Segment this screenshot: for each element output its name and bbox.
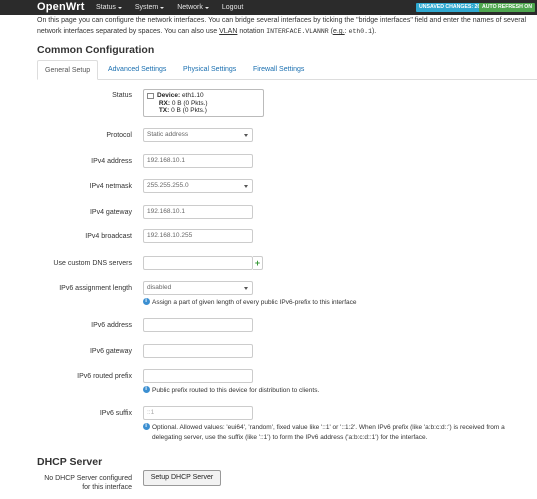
nav-status-label: Status (96, 4, 116, 11)
intro-line-1: On this page you can configure the netwo… (37, 17, 527, 24)
ipv6-prefix-hint: Public prefix routed to this device for … (143, 384, 320, 396)
dhcp-server-title: DHCP Server (37, 456, 103, 468)
ipv6-assign-select[interactable]: disabled (143, 281, 253, 295)
tab-firewall-settings[interactable]: Firewall Settings (246, 60, 311, 80)
status-tx-row: TX: 0 B (0 Pkts.) (157, 107, 260, 115)
dhcp-status-line-2: for this interface (82, 484, 132, 491)
device-value: eth1.10 (181, 92, 204, 99)
info-icon (143, 384, 150, 394)
vlan-link: VLAN (219, 28, 238, 35)
main-nav: Status System Network Logout (96, 4, 243, 11)
info-icon (143, 296, 150, 306)
dns-label: Use custom DNS servers (53, 260, 132, 267)
plus-icon: + (254, 258, 261, 268)
nav-network-label: Network (177, 4, 203, 11)
nav-network[interactable]: Network (177, 4, 209, 11)
ipv4-netmask-value: 255.255.255.0 (147, 182, 189, 189)
ipv6-suffix-placeholder: ::1 (147, 409, 155, 416)
intro-line-2-text: network interfaces separated by spaces. … (37, 28, 218, 35)
ipv6-assign-hint: Assign a part of given length of every p… (143, 296, 357, 308)
protocol-value: Static address (147, 131, 189, 138)
info-icon (143, 421, 150, 431)
brand-logo[interactable]: OpenWrt (37, 1, 85, 13)
protocol-select[interactable]: Static address (143, 128, 253, 142)
intro-code-example: eth0.1 (348, 28, 372, 35)
status-label: Status (112, 92, 132, 99)
ipv6-suffix-input[interactable]: ::1 (143, 406, 253, 420)
nav-logout[interactable]: Logout (222, 4, 243, 11)
ipv4-address-value: 192.168.10.1 (147, 157, 185, 164)
ipv4-gateway-value: 192.168.10.1 (147, 208, 185, 215)
tx-key: TX: (158, 107, 170, 114)
intro-line-2: network interfaces separated by spaces. … (37, 26, 537, 37)
ipv6-address-label: IPv6 address (91, 322, 132, 329)
intro-colon: : (344, 28, 347, 35)
rx-value: 0 B (0 Pkts.) (171, 99, 208, 107)
page-description: On this page you can configure the netwo… (37, 15, 537, 37)
intro-eg-close: ). (371, 28, 377, 35)
ipv4-netmask-select[interactable]: 255.255.255.0 (143, 179, 253, 193)
tab-general-setup[interactable]: General Setup (37, 60, 99, 80)
chevron-down-icon (204, 7, 209, 9)
common-config-title: Common Configuration (37, 44, 155, 56)
intro-eg: e.g. (332, 28, 345, 35)
unsaved-changes-badge[interactable]: UNSAVED CHANGES: 26 (416, 3, 484, 12)
ipv4-broadcast-label: IPv4 broadcast (85, 233, 132, 240)
ipv6-suffix-hint: Optional. Allowed values: 'eui64', 'rand… (143, 421, 533, 443)
ethernet-port-icon (147, 93, 154, 99)
dhcp-status-line-1: No DHCP Server configured (44, 475, 132, 482)
nav-system[interactable]: System (134, 4, 165, 11)
ipv6-prefix-input[interactable] (143, 369, 253, 383)
ipv6-suffix-label: IPv6 suffix (99, 410, 132, 417)
ipv4-netmask-label: IPv4 netmask (89, 183, 132, 190)
tab-advanced-settings[interactable]: Advanced Settings (101, 60, 173, 80)
ipv4-address-label: IPv4 address (91, 158, 132, 165)
dhcp-status-label: No DHCP Server configured for this inter… (37, 474, 132, 492)
dns-input[interactable] (143, 256, 253, 270)
ipv6-gateway-input[interactable] (143, 344, 253, 358)
status-device-row: Device: eth1.10 (157, 92, 260, 100)
setup-dhcp-button[interactable]: Setup DHCP Server (143, 470, 221, 486)
ipv4-broadcast-value: 192.168.10.255 (147, 232, 193, 239)
ipv4-gateway-label: IPv4 gateway (89, 209, 132, 216)
ipv4-broadcast-input[interactable]: 192.168.10.255 (143, 229, 253, 243)
tab-physical-settings[interactable]: Physical Settings (176, 60, 243, 80)
ipv6-prefix-hint-text: Public prefix routed to this device for … (152, 387, 320, 394)
ipv6-address-input[interactable] (143, 318, 253, 332)
top-navbar: OpenWrt Status System Network Logout UNS… (0, 0, 537, 15)
ipv4-gateway-input[interactable]: 192.168.10.1 (143, 205, 253, 219)
chevron-down-icon (117, 7, 122, 9)
nav-status[interactable]: Status (96, 4, 122, 11)
status-rx-row: RX: 0 B (0 Pkts.) (157, 100, 260, 108)
ipv6-prefix-label: IPv6 routed prefix (77, 373, 132, 380)
intro-notation: notation (239, 28, 265, 35)
nav-system-label: System (134, 4, 159, 11)
add-dns-button[interactable]: + (253, 256, 263, 270)
rx-key: RX: (158, 99, 171, 107)
chevron-down-icon (160, 7, 165, 9)
ipv6-suffix-hint-line-1: Optional. Allowed values: 'eui64', 'rand… (143, 421, 533, 433)
config-tabs: General Setup Advanced Settings Physical… (37, 60, 537, 80)
ipv6-assign-value: disabled (147, 284, 172, 291)
tx-value: 0 B (0 Pkts.) (171, 107, 207, 114)
auto-refresh-badge[interactable]: AUTO REFRESH ON (479, 3, 536, 12)
intro-code-interface: INTERFACE.VLANNR (266, 28, 329, 35)
ipv4-address-input[interactable]: 192.168.10.1 (143, 154, 253, 168)
ipv6-assign-label: IPv6 assignment length (59, 285, 132, 292)
nav-logout-label: Logout (221, 4, 244, 11)
ipv6-gateway-label: IPv6 gateway (89, 348, 132, 355)
device-key: Device: (157, 92, 181, 99)
status-box: Device: eth1.10 RX: 0 B (0 Pkts.) TX: 0 … (143, 89, 264, 117)
ipv6-suffix-hint-line-2: delegating server, use the suffix (like … (152, 434, 428, 441)
ipv6-suffix-hint-text-1: Optional. Allowed values: 'eui64', 'rand… (152, 424, 505, 431)
ipv6-assign-hint-text: Assign a part of given length of every p… (152, 299, 357, 306)
protocol-label: Protocol (106, 132, 132, 139)
